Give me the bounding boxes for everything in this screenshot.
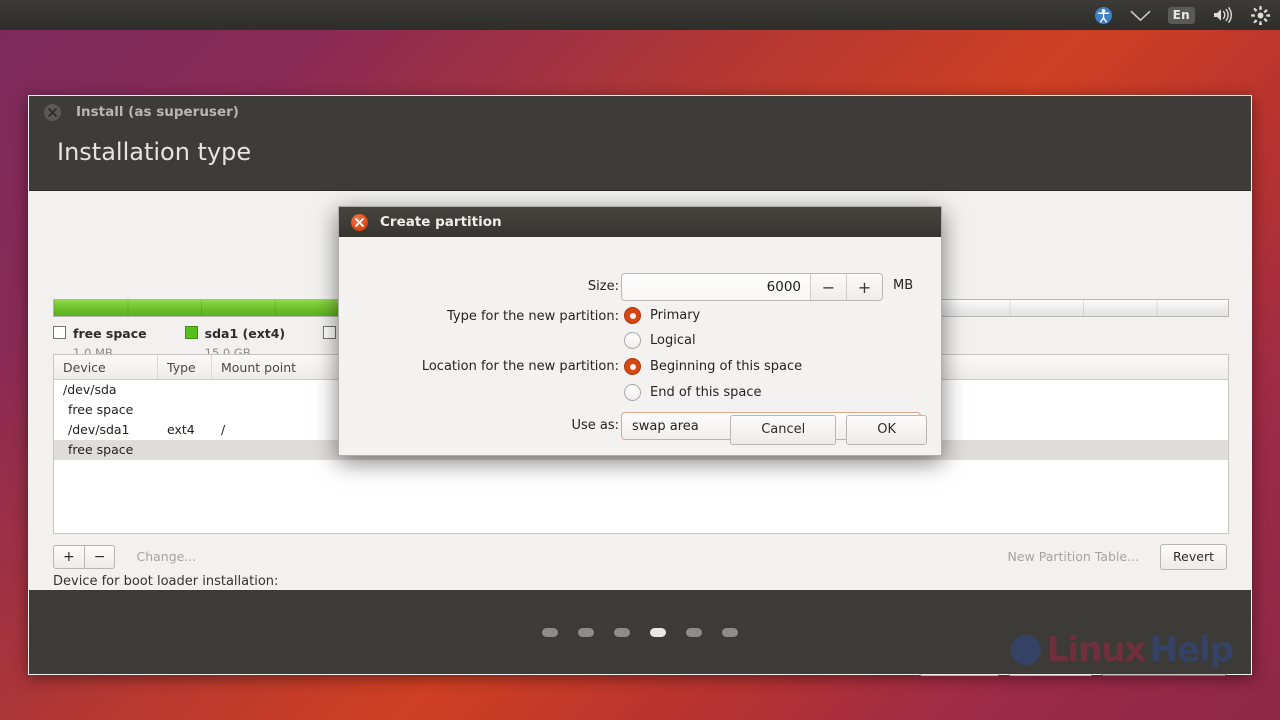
watermark: Linux Help xyxy=(1010,630,1234,670)
progress-dot xyxy=(542,627,558,637)
window-titlebar: Install (as superuser) Installation type xyxy=(29,96,1251,191)
cell-type xyxy=(158,380,212,400)
window-title: Install (as superuser) xyxy=(76,104,239,120)
column-header-device[interactable]: Device xyxy=(54,355,158,379)
radio-logical[interactable]: Logical xyxy=(624,332,696,349)
new-partition-table-button[interactable]: New Partition Table... xyxy=(994,544,1152,570)
column-header-type[interactable]: Type xyxy=(158,355,212,379)
installer-footer: Linux Help xyxy=(29,590,1251,674)
cell-type: ext4 xyxy=(167,422,195,437)
cell-device: free space xyxy=(68,402,134,417)
progress-dots xyxy=(542,627,738,637)
size-stepper[interactable]: 6000 − + xyxy=(621,273,883,301)
cell-type xyxy=(158,400,212,420)
dialog-title: Create partition xyxy=(380,214,502,230)
dialog-action-buttons: Cancel OK xyxy=(730,415,927,445)
radio-unselected-icon[interactable] xyxy=(624,332,641,349)
create-partition-dialog: Create partition Size: 6000 − + MB Type … xyxy=(338,206,942,456)
keyboard-layout-indicator[interactable]: En xyxy=(1167,6,1195,24)
close-icon[interactable] xyxy=(44,104,61,121)
use-as-label: Use as: xyxy=(571,418,619,433)
remove-partition-button[interactable]: − xyxy=(83,545,116,569)
watermark-logo-icon xyxy=(1010,635,1041,665)
cell-device: free space xyxy=(68,442,134,457)
accessibility-icon[interactable] xyxy=(1094,0,1113,30)
dialog-close-icon[interactable] xyxy=(351,213,368,231)
dialog-body: Size: 6000 − + MB Type for the new parti… xyxy=(339,237,941,455)
cancel-button[interactable]: Cancel xyxy=(730,415,837,445)
radio-selected-icon[interactable] xyxy=(624,307,641,324)
size-increment-button[interactable]: + xyxy=(846,274,882,300)
progress-dot xyxy=(686,627,702,637)
radio-primary-label: Primary xyxy=(650,308,701,323)
watermark-text-primary: Linux xyxy=(1046,630,1147,670)
boot-loader-label: Device for boot loader installation: xyxy=(53,574,279,589)
dialog-titlebar: Create partition xyxy=(339,207,941,237)
progress-dot xyxy=(614,627,630,637)
cell-device: /dev/sda1 xyxy=(68,422,130,437)
partition-toolbar: + − Change... xyxy=(53,544,209,570)
size-label: Size: xyxy=(587,279,619,294)
size-decrement-button[interactable]: − xyxy=(810,274,846,300)
radio-unselected-icon[interactable] xyxy=(624,384,641,401)
radio-beginning-of-space[interactable]: Beginning of this space xyxy=(624,358,802,375)
legend-swatch-icon[interactable] xyxy=(184,326,198,339)
progress-dot xyxy=(578,627,594,637)
radio-end-label: End of this space xyxy=(650,385,762,400)
partition-type-label: Type for the new partition: xyxy=(446,309,619,324)
watermark-text-secondary: Help xyxy=(1149,630,1234,670)
radio-logical-label: Logical xyxy=(650,333,696,348)
progress-dot-active xyxy=(650,627,666,637)
legend-swatch-icon[interactable] xyxy=(323,326,337,339)
revert-button[interactable]: Revert xyxy=(1160,544,1227,570)
ok-button[interactable]: OK xyxy=(846,415,927,445)
system-top-bar: En xyxy=(0,0,1280,30)
legend-name: sda1 (ext4) xyxy=(204,326,286,341)
page-title: Installation type xyxy=(57,138,252,166)
system-gear-icon[interactable] xyxy=(1251,0,1270,30)
change-partition-button[interactable]: Change... xyxy=(123,544,209,570)
size-input[interactable]: 6000 xyxy=(622,274,810,300)
cell-type xyxy=(158,440,212,460)
legend-name: free space xyxy=(73,326,147,341)
legend-swatch-icon[interactable] xyxy=(53,326,66,339)
radio-beginning-label: Beginning of this space xyxy=(650,359,803,374)
radio-end-of-space[interactable]: End of this space xyxy=(624,384,762,401)
partition-location-label: Location for the new partition: xyxy=(421,359,619,374)
use-as-value: swap area xyxy=(632,418,699,434)
radio-selected-icon[interactable] xyxy=(624,358,641,375)
add-partition-button[interactable]: + xyxy=(53,545,84,569)
cell-device: /dev/sda xyxy=(63,382,117,397)
progress-dot xyxy=(722,627,738,637)
size-unit-label: MB xyxy=(893,278,914,293)
network-icon[interactable] xyxy=(1130,0,1151,30)
volume-icon[interactable] xyxy=(1212,0,1234,30)
partition-table-actions: New Partition Table... Revert xyxy=(994,544,1227,570)
radio-primary[interactable]: Primary xyxy=(624,307,700,324)
